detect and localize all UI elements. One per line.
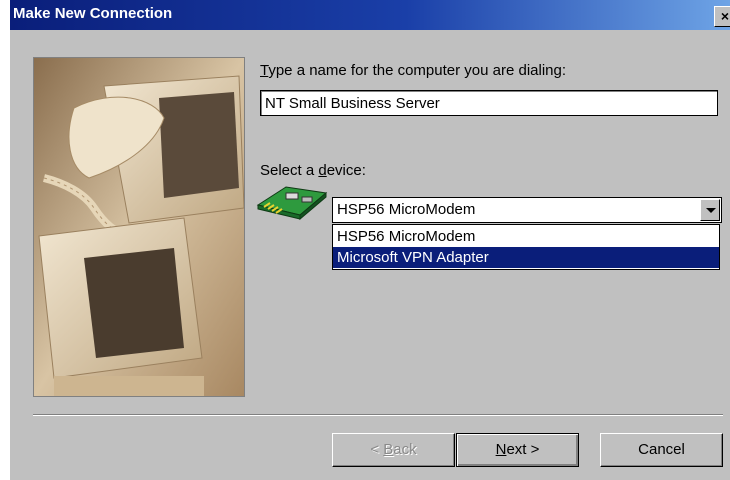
computer-name-input[interactable]: NT Small Business Server: [260, 90, 718, 116]
accel-key: N: [495, 441, 507, 458]
device-select-value: HSP56 MicroModem: [337, 201, 476, 218]
close-icon: ×: [720, 8, 730, 24]
separator: [33, 414, 723, 416]
computer-name-label: Type a name for the computer you are dia…: [260, 62, 566, 79]
computers-illustration: [33, 57, 245, 397]
device-option-hsp56[interactable]: HSP56 MicroModem: [333, 226, 719, 247]
cancel-button[interactable]: Cancel: [600, 433, 723, 467]
back-button[interactable]: < Back: [332, 433, 455, 467]
label-text: ype a name for the computer you are dial…: [268, 62, 567, 79]
device-dropdown-list: HSP56 MicroModem Microsoft VPN Adapter: [332, 224, 720, 270]
next-button[interactable]: Next >: [456, 433, 579, 467]
device-option-vpn-adapter[interactable]: Microsoft VPN Adapter: [333, 247, 719, 268]
chevron-down-icon[interactable]: [700, 199, 720, 221]
modem-icon: [256, 183, 328, 223]
device-label: Select a device:: [260, 162, 366, 179]
make-new-connection-dialog: Make New Connection × Type a name for th…: [10, 0, 730, 480]
device-select[interactable]: HSP56 MicroModem: [332, 197, 722, 223]
close-button[interactable]: ×: [714, 6, 730, 27]
accel-key: B: [383, 441, 394, 458]
label-text: Select a: [260, 162, 319, 179]
accel-key: d: [318, 162, 327, 179]
label-text: <: [370, 441, 384, 458]
label-text: ext >: [506, 441, 540, 458]
window-title: Make New Connection: [13, 5, 173, 22]
label-text: evice:: [326, 162, 366, 179]
label-text: ack: [393, 441, 417, 458]
title-bar: Make New Connection ×: [10, 0, 730, 30]
